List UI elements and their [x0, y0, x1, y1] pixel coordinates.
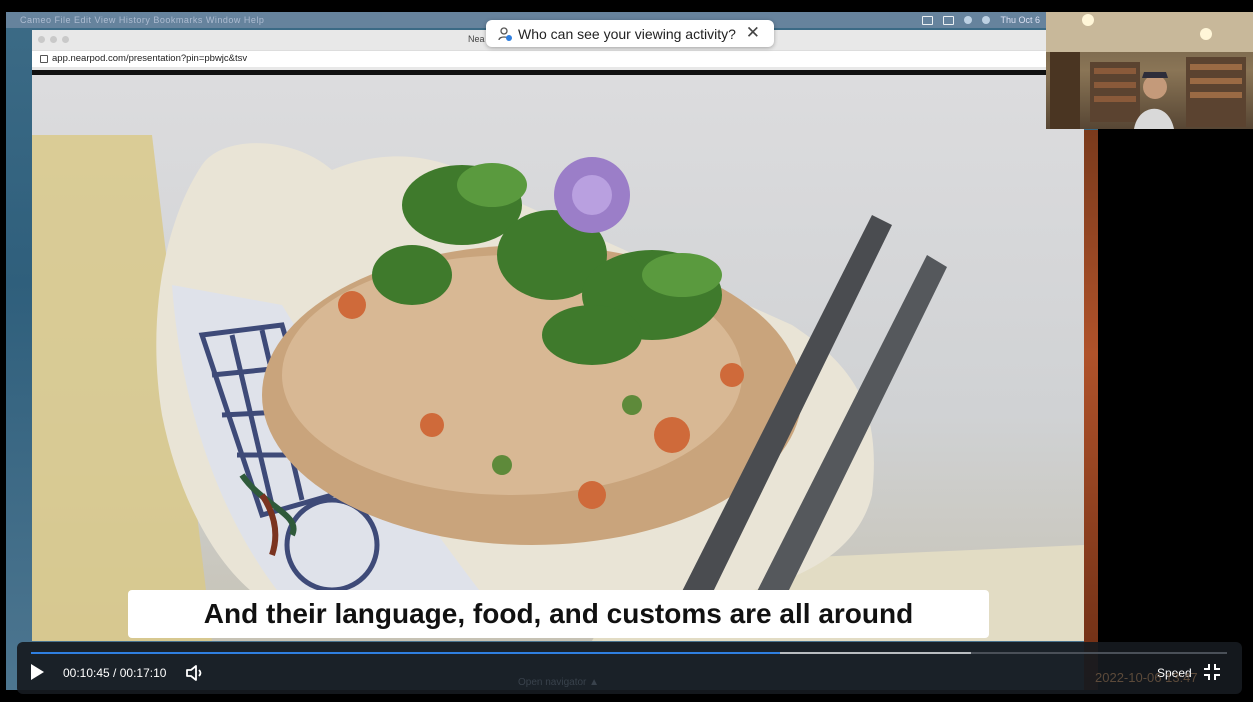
person-eye-icon [498, 26, 512, 41]
menubar-clock: Thu Oct 6 [1000, 15, 1040, 25]
zoom-window-button[interactable] [62, 36, 69, 43]
food-bowl-image [32, 135, 1084, 641]
search-icon [982, 16, 991, 24]
menubar-tray: Thu Oct 6 [922, 12, 1040, 28]
volume-icon[interactable] [185, 664, 207, 682]
presenter-webcam [1046, 12, 1253, 129]
open-navigator-hint[interactable]: Open navigator ▲ [518, 677, 599, 688]
play-icon[interactable] [31, 664, 44, 680]
lock-icon [40, 55, 48, 63]
video-controls: 00:10:45 / 00:17:10 Speed [17, 642, 1242, 694]
video-caption: And their language, food, and customs ar… [128, 590, 989, 638]
wifi-icon [964, 16, 973, 24]
progress-bar[interactable] [31, 652, 1227, 654]
time-display: 00:10:45 / 00:17:10 [63, 666, 166, 680]
screen-icon [922, 15, 934, 25]
toast-text: Who can see your viewing activity? [518, 25, 736, 42]
time-separator: / [109, 666, 120, 680]
close-icon[interactable]: ✕ [746, 23, 760, 43]
video-frame[interactable] [32, 75, 1084, 641]
address-bar[interactable]: app.nearpod.com/presentation?pin=pbwjc&t… [32, 50, 1046, 67]
exit-fullscreen-icon[interactable] [1203, 663, 1221, 681]
window-controls [38, 36, 69, 43]
duration: 00:17:10 [119, 666, 167, 680]
viewing-activity-toast[interactable]: Who can see your viewing activity? ✕ [486, 20, 774, 47]
menubar-items: Cameo File Edit View History Bookmarks W… [20, 15, 265, 25]
close-window-button[interactable] [38, 36, 45, 43]
webcam-feed-image [1046, 12, 1253, 129]
window-icon [943, 15, 955, 25]
desktop-wallpaper-edge [1084, 130, 1098, 690]
browser-tab-title[interactable]: Nea [468, 34, 485, 44]
recording-timestamp: 2022-10-06 13:47 [1095, 670, 1198, 685]
progress-played [31, 652, 780, 654]
url-text[interactable]: app.nearpod.com/presentation?pin=pbwjc&t… [52, 53, 247, 64]
current-time: 00:10:45 [63, 666, 110, 680]
minimize-window-button[interactable] [50, 36, 57, 43]
screen: Cameo File Edit View History Bookmarks W… [0, 0, 1253, 702]
